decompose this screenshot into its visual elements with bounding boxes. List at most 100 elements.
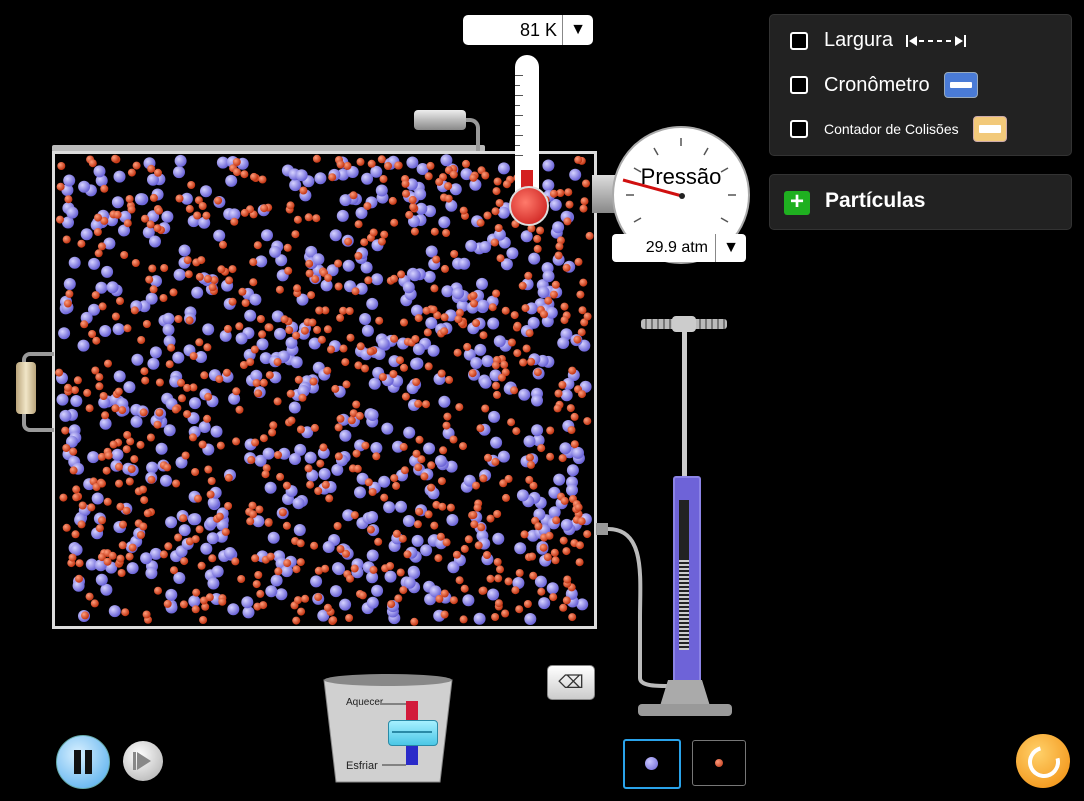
heavy-particle	[470, 357, 483, 369]
light-particle	[518, 281, 527, 290]
light-particle	[148, 264, 157, 273]
expand-plus-icon[interactable]: +	[784, 190, 810, 215]
light-particle	[355, 411, 364, 420]
eraser-icon: ⌫	[558, 672, 584, 692]
heavy-particle	[130, 415, 143, 428]
light-particle	[316, 459, 325, 468]
width-arrows-icon	[905, 34, 966, 47]
light-particle	[493, 177, 502, 186]
light-particle	[273, 397, 282, 406]
heavy-particle	[288, 401, 301, 414]
light-particle	[203, 414, 212, 423]
light-particle	[328, 173, 337, 182]
light-particle	[390, 334, 399, 343]
stopwatch-option[interactable]: Cronômetro	[790, 72, 978, 98]
light-particle	[507, 418, 516, 427]
light-particle	[342, 380, 351, 389]
pressure-readout[interactable]: 29.9 atm ▼	[612, 234, 746, 262]
collision-counter-option[interactable]: Contador de Colisões	[790, 116, 1007, 142]
temperature-readout[interactable]: 81 K ▼	[463, 15, 593, 45]
light-particle	[394, 594, 403, 603]
pause-button[interactable]	[56, 735, 110, 789]
light-particle-selector[interactable]	[692, 740, 746, 786]
light-particle	[221, 527, 230, 536]
light-particle	[299, 186, 308, 195]
heavy-particle	[384, 570, 397, 583]
light-particle	[510, 386, 519, 395]
light-particle	[85, 592, 94, 601]
light-particle	[437, 477, 446, 486]
light-particle	[163, 599, 172, 608]
light-particle	[169, 288, 178, 297]
light-particle	[194, 494, 202, 503]
light-particle	[98, 479, 106, 488]
light-particle	[285, 326, 294, 335]
light-particle	[296, 539, 305, 548]
light-particle	[409, 203, 418, 211]
heavy-particle	[111, 448, 124, 461]
collision-counter-checkbox[interactable]	[790, 120, 808, 138]
light-particle	[333, 522, 342, 530]
heavy-particle	[542, 179, 555, 192]
pump-level-gauge	[679, 500, 689, 650]
light-particle	[502, 180, 511, 189]
heavy-particle	[458, 257, 471, 270]
light-particle	[167, 343, 176, 352]
light-particle	[472, 481, 480, 490]
light-particle	[533, 244, 542, 253]
heavy-particle	[207, 496, 220, 509]
light-particle	[459, 615, 468, 624]
heavy-particle	[569, 168, 582, 181]
step-button[interactable]	[123, 741, 163, 781]
light-particle	[375, 316, 384, 325]
heavy-particle	[566, 484, 578, 497]
heat-cool-slider[interactable]	[388, 720, 438, 746]
heavy-particle	[101, 265, 114, 278]
light-particle	[116, 554, 125, 563]
light-particle	[193, 211, 202, 220]
temperature-dropdown-icon[interactable]: ▼	[562, 15, 593, 45]
light-particle	[240, 208, 249, 217]
light-particle	[578, 306, 587, 315]
light-particle	[358, 591, 367, 600]
light-particle	[364, 276, 373, 285]
pressure-dropdown-icon[interactable]: ▼	[715, 234, 746, 262]
heavy-particle	[408, 269, 421, 282]
heavy-particle	[402, 281, 415, 294]
light-particle	[205, 593, 214, 602]
width-option[interactable]: Largura	[790, 29, 967, 52]
light-particle	[216, 441, 225, 450]
heavy-particle	[131, 353, 144, 366]
stopwatch-checkbox[interactable]	[790, 76, 808, 94]
light-particle	[495, 199, 504, 207]
light-particle	[172, 479, 181, 488]
light-particle	[380, 493, 389, 502]
light-particle	[388, 196, 397, 205]
light-particle	[300, 326, 309, 335]
heavy-particle	[87, 451, 100, 464]
width-checkbox[interactable]	[790, 31, 808, 50]
reset-button[interactable]	[1016, 734, 1070, 788]
light-particle	[154, 586, 162, 595]
light-particle	[352, 400, 361, 409]
light-particle	[125, 552, 134, 561]
light-particle	[481, 171, 490, 180]
heavy-particle-selector[interactable]	[623, 739, 681, 789]
light-particle	[139, 408, 148, 417]
light-particle	[191, 535, 200, 544]
heavy-particle	[476, 277, 488, 290]
heavy-particle	[91, 492, 104, 505]
light-particle	[493, 510, 502, 518]
light-particle	[414, 314, 423, 323]
light-particle	[429, 305, 438, 314]
light-particle	[256, 315, 265, 323]
lid-handle[interactable]	[414, 110, 466, 130]
light-particle	[515, 569, 524, 577]
light-particle	[55, 368, 64, 377]
light-particle	[546, 426, 555, 435]
eraser-button[interactable]: ⌫	[547, 665, 595, 700]
heavy-particle	[188, 595, 201, 608]
width-handle[interactable]	[16, 362, 36, 414]
particles-panel[interactable]: + Partículas	[769, 174, 1072, 230]
particles-panel-title: Partículas	[825, 189, 926, 212]
